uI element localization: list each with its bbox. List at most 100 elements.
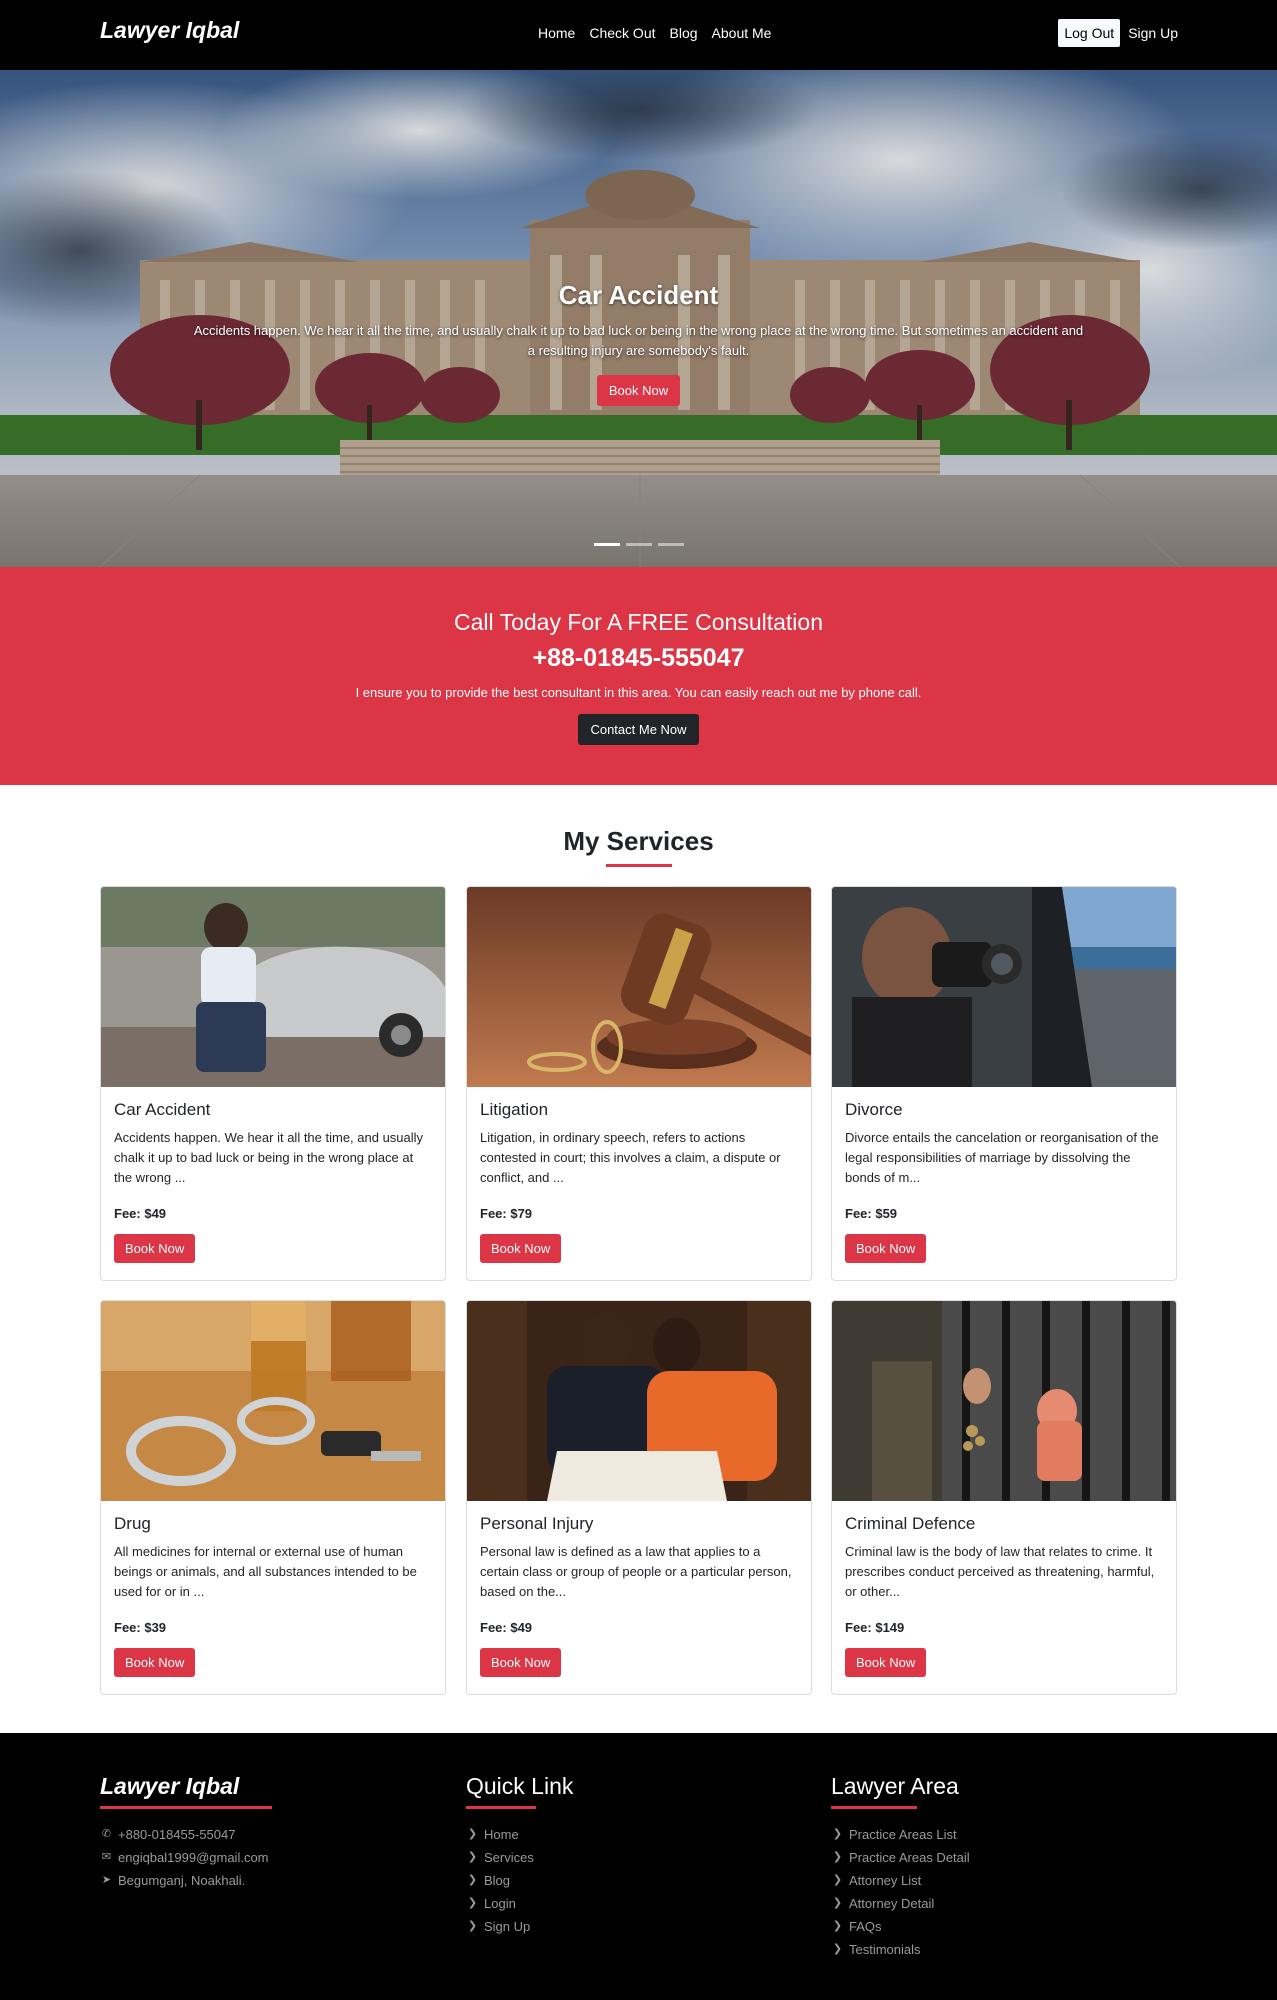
carousel-indicator-2[interactable]	[625, 543, 652, 546]
carousel-indicators	[0, 543, 1277, 546]
footer-link-login[interactable]: ❯ Login	[466, 1892, 573, 1915]
service-fee: Fee: $49	[480, 1620, 533, 1635]
footer-link-label: Blog	[484, 1873, 511, 1888]
service-description: All medicines for internal or external u…	[114, 1544, 417, 1599]
cta-title: Call Today For A FREE Consultation	[453, 609, 824, 635]
navbar: Lawyer Iqbal Home Check Out Blog About M…	[0, 0, 1277, 70]
nav-link-home[interactable]: Home	[538, 25, 575, 41]
service-card-drug: Drug All medicines for internal or exter…	[100, 1300, 446, 1695]
footer-link-label: Testimonials	[849, 1942, 921, 1957]
footer-link-sign-up[interactable]: ❯ Sign Up	[466, 1915, 573, 1938]
location-arrow-icon: ➤	[101, 1874, 112, 1886]
service-title: Car Accident	[114, 1100, 211, 1119]
phone-icon: ✆	[101, 1828, 112, 1840]
carousel-indicator-3[interactable]	[657, 543, 684, 546]
service-description: Criminal law is the body of law that rel…	[845, 1544, 1155, 1599]
hero-title: Car Accident	[558, 280, 719, 310]
footer-phone-text: +880-018455-55047	[118, 1827, 236, 1842]
service-description: Divorce entails the cancelation or reorg…	[845, 1130, 1159, 1185]
contact-me-button[interactable]: Contact Me Now	[578, 714, 699, 745]
hero-book-now-button[interactable]: Book Now	[596, 375, 681, 406]
chevron-right-icon: ❯	[832, 1897, 843, 1909]
carousel-indicator-1[interactable]	[593, 543, 620, 546]
footer-link-home[interactable]: ❯ Home	[466, 1823, 573, 1846]
nav-link-check-out[interactable]: Check Out	[589, 25, 655, 41]
service-title: Criminal Defence	[845, 1514, 976, 1533]
service-fee: Fee: $79	[480, 1206, 533, 1221]
cta-phone: +88-01845-555047	[532, 644, 745, 672]
footer-link-practice-areas-detail[interactable]: ❯ Practice Areas Detail	[831, 1846, 970, 1869]
footer-email[interactable]: ✉ engiqbal1999@gmail.com	[100, 1846, 272, 1869]
signup-button[interactable]: Sign Up	[1128, 25, 1178, 41]
footer-link-services[interactable]: ❯ Services	[466, 1846, 573, 1869]
service-card-litigation: Litigation Litigation, in ordinary speec…	[466, 886, 812, 1281]
footer-quick-links: ❯ Home ❯ Services ❯ Blog ❯ Login ❯ Sign Up	[466, 1823, 573, 1938]
footer-link-attorney-list[interactable]: ❯ Attorney List	[831, 1869, 970, 1892]
book-now-button[interactable]: Book Now	[114, 1648, 196, 1677]
nav-link-blog[interactable]: Blog	[670, 25, 698, 41]
chevron-right-icon: ❯	[832, 1828, 843, 1840]
footer: Lawyer Iqbal ✆ +880-018455-55047 ✉ engiqba…	[0, 1733, 1277, 2000]
consultation-banner: Call Today For A FREE Consultation +88-0…	[0, 567, 1277, 785]
envelope-icon: ✉	[101, 1851, 112, 1863]
footer-link-attorney-detail[interactable]: ❯ Attorney Detail	[831, 1892, 970, 1915]
chevron-right-icon: ❯	[832, 1874, 843, 1886]
chevron-right-icon: ❯	[832, 1851, 843, 1863]
footer-email-text: engiqbal1999@gmail.com	[118, 1850, 269, 1865]
book-now-button[interactable]: Book Now	[845, 1234, 927, 1263]
chevron-right-icon: ❯	[467, 1920, 478, 1932]
book-now-button[interactable]: Book Now	[480, 1234, 562, 1263]
nav-link-about-me[interactable]: About Me	[712, 25, 772, 41]
chevron-right-icon: ❯	[467, 1851, 478, 1863]
footer-lawyer-area-title: Lawyer Area	[831, 1773, 959, 1799]
service-fee: Fee: $39	[114, 1620, 167, 1635]
footer-phone[interactable]: ✆ +880-018455-55047	[100, 1823, 272, 1846]
footer-link-label: Practice Areas List	[849, 1827, 957, 1842]
nav-links: Home Check Out Blog About Me	[538, 25, 771, 41]
footer-title-underline	[466, 1806, 536, 1809]
footer-link-label: Attorney List	[849, 1873, 922, 1888]
footer-quick-link-title: Quick Link	[466, 1773, 574, 1799]
service-description: Accidents happen. We hear it all the tim…	[114, 1130, 424, 1185]
footer-contact-list: ✆ +880-018455-55047 ✉ engiqbal1999@gmail.c…	[100, 1823, 272, 1892]
footer-lawyer-area-links: ❯ Practice Areas List ❯ Practice Areas Det…	[831, 1823, 970, 1961]
service-fee: Fee: $149	[845, 1620, 905, 1635]
footer-address: ➤ Begumganj, Noakhali.	[100, 1869, 272, 1892]
service-description: Litigation, in ordinary speech, refers t…	[480, 1130, 781, 1185]
service-card-personal-injury: Personal Injury Personal law is defined …	[466, 1300, 812, 1695]
logout-button[interactable]: Log Out	[1058, 19, 1121, 47]
book-now-button[interactable]: Book Now	[845, 1648, 927, 1677]
service-fee: Fee: $59	[845, 1206, 898, 1221]
service-card-car-accident: Car Accident Accidents happen. We hear i…	[100, 886, 446, 1281]
gavel-image	[467, 887, 811, 1087]
footer-link-label: Practice Areas Detail	[849, 1850, 970, 1865]
footer-link-testimonials[interactable]: ❯ Testimonials	[831, 1938, 970, 1961]
footer-link-practice-areas-list[interactable]: ❯ Practice Areas List	[831, 1823, 970, 1846]
footer-title-underline	[831, 1806, 917, 1809]
footer-link-label: Home	[484, 1827, 519, 1842]
service-title: Drug	[114, 1514, 151, 1533]
footer-contact-column: Lawyer Iqbal ✆ +880-018455-55047 ✉ engiqba…	[100, 1773, 272, 1892]
footer-link-label: Attorney Detail	[849, 1896, 935, 1911]
drug-image	[101, 1301, 445, 1501]
book-now-button[interactable]: Book Now	[114, 1234, 196, 1263]
footer-lawyer-area-column: Lawyer Area ❯ Practice Areas List ❯ Practi…	[831, 1773, 970, 1961]
service-title: Litigation	[480, 1100, 549, 1119]
chevron-right-icon: ❯	[467, 1897, 478, 1909]
book-now-button[interactable]: Book Now	[480, 1648, 562, 1677]
footer-link-label: Login	[484, 1896, 516, 1911]
service-title: Divorce	[845, 1100, 903, 1119]
chevron-right-icon: ❯	[832, 1920, 843, 1932]
car-accident-image	[101, 887, 445, 1087]
services-title-underline	[606, 864, 672, 867]
criminal-defence-image	[832, 1301, 1176, 1501]
service-description: Personal law is defined as a law that ap…	[480, 1544, 792, 1599]
footer-link-label: Services	[484, 1850, 534, 1865]
chevron-right-icon: ❯	[832, 1943, 843, 1955]
footer-link-label: FAQs	[849, 1919, 882, 1934]
footer-address-text: Begumganj, Noakhali.	[118, 1873, 246, 1888]
brand-logo[interactable]: Lawyer Iqbal	[100, 17, 239, 44]
footer-link-blog[interactable]: ❯ Blog	[466, 1869, 573, 1892]
footer-link-faqs[interactable]: ❯ FAQs	[831, 1915, 970, 1938]
chevron-right-icon: ❯	[467, 1874, 478, 1886]
